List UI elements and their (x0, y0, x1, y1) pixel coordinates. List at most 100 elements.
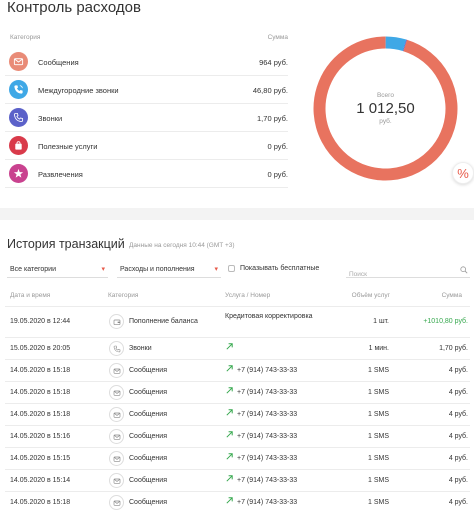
table-row[interactable]: 14.05.2020 в 15:18 Сообщения +7 (914) 743-… (5, 491, 470, 513)
row-category: Звонки (129, 345, 152, 352)
row-date: 14.05.2020 в 15:18 (10, 499, 71, 506)
table-row[interactable]: 14.05.2020 в 15:18 Сообщения +7 (914) 743-… (5, 381, 470, 403)
expense-row[interactable]: Полезные услуги 0 руб. (5, 132, 288, 160)
outgoing-arrow-icon (226, 387, 233, 394)
envelope-icon (109, 363, 124, 378)
table-row[interactable]: 14.05.2020 в 15:18 Сообщения +7 (914) 743-… (5, 359, 470, 381)
row-volume: 1 SMS (367, 411, 389, 418)
envelope-icon (109, 495, 124, 510)
transactions-subtitle: Данные на сегодня 10:44 (GMT +3) (129, 242, 235, 249)
percent-toggle-button[interactable]: % (452, 162, 474, 184)
outgoing-arrow-icon (226, 475, 233, 482)
search-icon[interactable] (460, 266, 468, 274)
expense-row[interactable]: Звонки 1,70 руб. (5, 104, 288, 132)
page-title: Контроль расходов (7, 0, 141, 16)
row-date: 15.05.2020 в 20:05 (10, 345, 71, 352)
total-label: Всего (376, 92, 395, 99)
row-date: 14.05.2020 в 15:16 (10, 433, 71, 440)
row-sum: 4 руб. (448, 499, 468, 506)
expense-row[interactable]: Междугородние звонки 46,80 руб. (5, 76, 288, 104)
row-category: Пополнение баланса (129, 318, 198, 325)
transactions-table: 19.05.2020 в 12:44 Пополнение баланса Кред… (5, 306, 470, 513)
expense-donut-chart: Всего 1 012,50 руб. (310, 33, 461, 184)
chevron-down-icon: ▾ (101, 266, 105, 273)
column-service: Услуга / Номер (225, 292, 271, 299)
search-field[interactable] (346, 263, 470, 281)
row-category: Сообщения (129, 455, 167, 462)
expense-category-list: Сообщения 964 руб. Междугородние звонки 46,… (5, 48, 288, 188)
row-date: 14.05.2020 в 15:15 (10, 455, 71, 462)
row-date: 14.05.2020 в 15:14 (10, 477, 71, 484)
envelope-icon (109, 451, 124, 466)
outgoing-arrow-icon (226, 409, 233, 416)
row-category: Сообщения (129, 477, 167, 484)
expense-label: Полезные услуги (38, 142, 98, 151)
phone-icon (109, 341, 124, 356)
total-unit: руб. (379, 118, 392, 125)
chevron-down-icon: ▾ (214, 266, 218, 273)
row-service: +7 (914) 743-33-33 (237, 411, 298, 418)
row-date: 14.05.2020 в 15:18 (10, 411, 71, 418)
type-filter-value: Расходы и пополнения (120, 266, 195, 273)
expense-row[interactable]: Развлечения 0 руб. (5, 160, 288, 188)
outgoing-arrow-icon (226, 343, 233, 350)
table-row[interactable]: 19.05.2020 в 12:44 Пополнение баланса Кред… (5, 306, 470, 337)
row-date: 19.05.2020 в 12:44 (10, 318, 71, 325)
row-category: Сообщения (129, 433, 167, 440)
show-free-checkbox[interactable] (228, 265, 235, 272)
phone-icon (9, 108, 28, 127)
outgoing-arrow-icon (226, 431, 233, 438)
row-volume: 1 SMS (367, 499, 389, 506)
column-sum: Сумма (441, 292, 462, 299)
expense-label: Развлечения (38, 170, 83, 179)
expense-label: Междугородние звонки (38, 86, 119, 95)
row-sum: 4 руб. (448, 433, 468, 440)
expense-amount: 0 руб. (267, 142, 288, 151)
search-input[interactable] (346, 268, 454, 281)
table-row[interactable]: 14.05.2020 в 15:15 Сообщения +7 (914) 743-… (5, 447, 470, 469)
expense-amount: 1,70 руб. (257, 114, 288, 123)
row-date: 14.05.2020 в 15:18 (10, 389, 71, 396)
expense-amount: 46,80 руб. (252, 86, 288, 95)
column-date: Дата и время (10, 292, 51, 299)
row-volume: 1 SMS (367, 367, 389, 374)
row-service: +7 (914) 743-33-33 (237, 477, 298, 484)
expense-label: Звонки (38, 114, 63, 123)
header-sum: Сумма (267, 34, 288, 41)
table-row[interactable]: 14.05.2020 в 15:16 Сообщения +7 (914) 743-… (5, 425, 470, 447)
column-volume: Объём услуг (351, 292, 390, 299)
row-volume: 1 SMS (367, 455, 389, 462)
row-sum: 4 руб. (448, 389, 468, 396)
category-filter-select[interactable]: Все категории ▾ (7, 263, 108, 278)
header-category: Категория (10, 34, 41, 41)
expense-amount: 964 руб. (259, 58, 288, 67)
show-free-toggle[interactable]: Показывать бесплатные (228, 265, 319, 272)
row-service: +7 (914) 743-33-33 (237, 455, 298, 462)
envelope-icon (9, 52, 28, 71)
row-service: +7 (914) 743-33-33 (237, 389, 298, 396)
table-row[interactable]: 14.05.2020 в 15:14 Сообщения +7 (914) 743-… (5, 469, 470, 491)
row-volume: 1 SMS (367, 389, 389, 396)
row-service: +7 (914) 743-33-33 (237, 433, 298, 440)
row-service: +7 (914) 743-33-33 (237, 499, 298, 506)
bag-icon (9, 136, 28, 155)
total-value: 1 012,50 (356, 100, 415, 117)
row-service: +7 (914) 743-33-33 (237, 367, 298, 374)
row-service: Кредитовая корректировка (225, 313, 313, 320)
type-filter-select[interactable]: Расходы и пополнения ▾ (117, 263, 221, 278)
envelope-icon (109, 407, 124, 422)
row-sum: 4 руб. (448, 455, 468, 462)
show-free-label: Показывать бесплатные (240, 265, 320, 272)
row-volume: 1 шт. (373, 318, 389, 325)
row-sum: 4 руб. (448, 367, 468, 374)
expense-row[interactable]: Сообщения 964 руб. (5, 48, 288, 76)
column-category: Категория (108, 292, 139, 299)
outgoing-arrow-icon (226, 497, 233, 504)
table-row[interactable]: 15.05.2020 в 20:05 Звонки 1 мин. 1,70 руб. (5, 337, 470, 359)
expense-amount: 0 руб. (267, 170, 288, 179)
expense-label: Сообщения (38, 58, 79, 67)
row-volume: 1 мин. (368, 345, 389, 352)
table-row[interactable]: 14.05.2020 в 15:18 Сообщения +7 (914) 743-… (5, 403, 470, 425)
row-volume: 1 SMS (367, 433, 389, 440)
category-filter-value: Все категории (10, 266, 56, 273)
